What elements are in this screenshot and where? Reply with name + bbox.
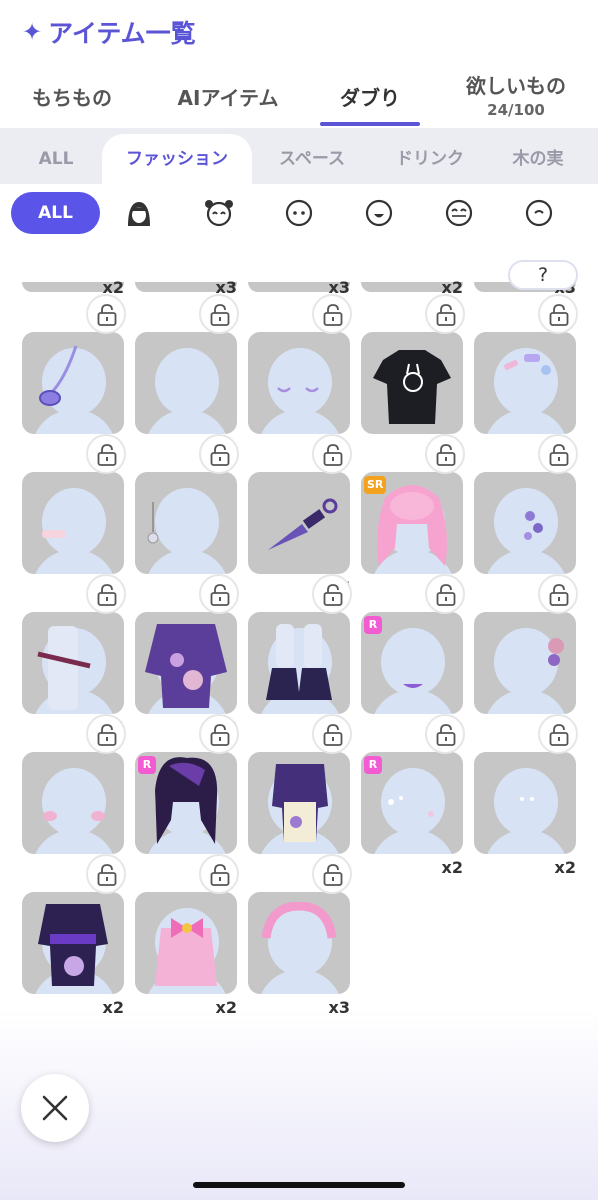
item-count: x2 [441,858,463,877]
tab-label: ダブり [340,86,400,110]
tab-mochimono[interactable]: もちもの [16,64,128,128]
category-fashion[interactable]: ファッション [102,134,252,184]
lock-icon [425,294,465,334]
lock-icon [312,714,352,754]
rarity-badge: R [138,756,156,774]
lock-icon [86,714,126,754]
hair-icon[interactable] [124,198,154,228]
lock-icon [312,434,352,474]
tab-ai-items[interactable]: AIアイテム [160,64,296,128]
item-thumbnail [474,612,576,714]
item-thumbnail [22,612,124,714]
item-thumbnail [248,892,350,994]
bottom-fade [0,1008,598,1200]
category-drink[interactable]: ドリンク [380,134,480,184]
item-thumbnail [474,472,576,574]
category-all[interactable]: ALL [20,134,92,184]
category-nuts[interactable]: 木の実 [498,134,578,184]
item-thumbnail [135,472,237,574]
item-thumbnail [474,332,576,434]
tab-label: AIアイテム [177,86,279,110]
sparkle-icon: ✦ [22,18,43,46]
item-count: x2 [554,858,576,877]
item-count: x3 [328,998,350,1017]
lock-icon [425,714,465,754]
item-count: x2 [102,998,124,1017]
lock-icon [199,714,239,754]
lock-icon [86,574,126,614]
wishlist-count: 24/100 [487,101,545,119]
item-thumbnail [248,612,350,714]
category-tabs: ALL ファッション スペース ドリンク 木の実 [0,128,598,184]
item-count: x2 [215,998,237,1017]
item-thumbnail [22,472,124,574]
close-button[interactable] [21,1074,89,1142]
close-icon [42,1095,68,1121]
lock-icon [86,434,126,474]
item-thumbnail [135,332,237,434]
lock-icon [199,854,239,894]
rarity-badge: R [364,616,382,634]
item-thumbnail [248,752,350,854]
item-thumbnail [22,752,124,854]
lock-icon [425,434,465,474]
rarity-badge: R [364,756,382,774]
category-space[interactable]: スペース [262,134,362,184]
app-screen: ✦ アイテム一覧 もちもの AIアイテム ダブり 欲しいもの 24/100 AL… [0,0,598,1200]
filter-all-button[interactable]: ALL [11,192,100,234]
lock-icon [425,574,465,614]
item-thumbnail [248,332,350,434]
lock-icon [312,574,352,614]
bear-ears-icon[interactable] [204,198,234,228]
header: ✦ アイテム一覧 もちもの AIアイテム ダブり 欲しいもの 24/100 [0,0,598,128]
face-icon[interactable] [284,198,314,228]
item-thumbnail [22,332,124,434]
lock-icon [538,574,578,614]
lock-icon [86,294,126,334]
face-eyes-icon[interactable] [444,198,474,228]
lock-icon [199,434,239,474]
rarity-badge: SR [364,476,387,494]
page-title-text: アイテム一覧 [48,19,196,48]
lock-icon [199,294,239,334]
main-tabs: もちもの AIアイテム ダブり 欲しいもの 24/100 [0,64,598,128]
tab-wishlist[interactable]: 欲しいもの 24/100 [450,64,582,128]
lock-icon [312,294,352,334]
lock-icon [199,574,239,614]
item-grid: x2x3x3x2x3x3x2x3x2x4x3x2x7SRx3x2x5x6x2Rx… [0,248,598,1200]
page-title: ✦ アイテム一覧 [22,14,196,50]
item-thumbnail [361,332,463,434]
item-thumbnail [135,612,237,714]
active-tab-indicator [320,122,420,126]
item-thumbnail [474,752,576,854]
face-mouth-icon[interactable] [364,198,394,228]
item-thumbnail [22,892,124,994]
item-thumbnail [248,472,350,574]
tab-duplicates[interactable]: ダブり [320,64,420,128]
lock-icon [312,854,352,894]
lock-icon [86,854,126,894]
lock-icon [538,294,578,334]
tab-label: 欲しいもの [466,74,566,98]
part-filter-row: ALL [0,184,598,248]
lock-icon [538,714,578,754]
item-thumbnail [135,892,237,994]
help-button[interactable]: ? [508,260,578,290]
lock-icon [538,434,578,474]
home-indicator [193,1182,405,1188]
tab-label: もちもの [32,86,112,110]
face-smile-icon[interactable] [524,198,554,228]
